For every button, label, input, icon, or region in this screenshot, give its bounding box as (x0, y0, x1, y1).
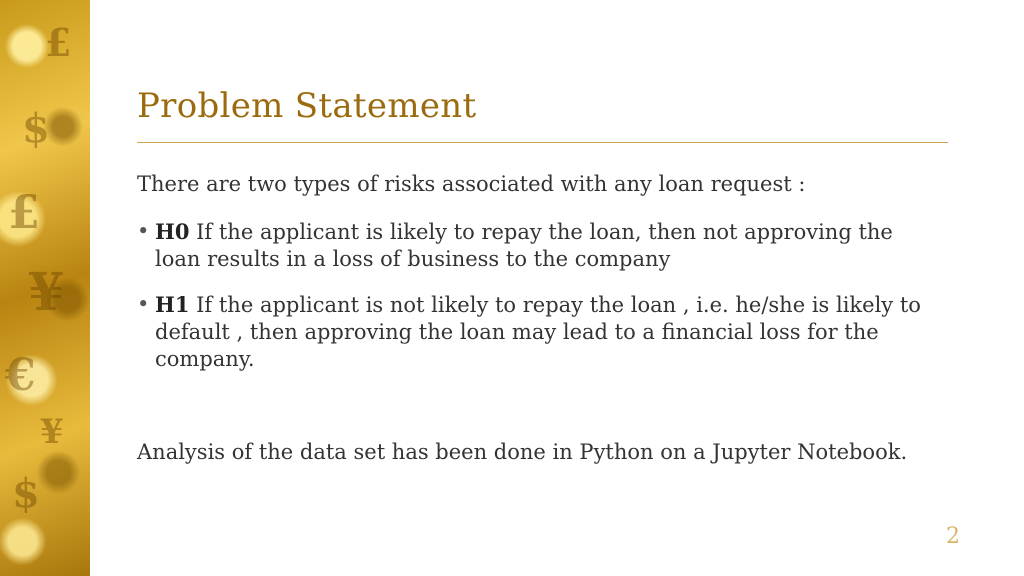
bullet-icon: • (137, 292, 150, 316)
decorative-currency-band: $ £ ¥ € ¥ $ £ (0, 0, 90, 576)
intro-text: There are two types of risks associated … (137, 172, 806, 196)
hypothesis-list: • H0 If the applicant is likely to repay… (137, 218, 927, 391)
hypothesis-label: H0 (155, 219, 190, 244)
hypothesis-text: If the applicant is not likely to repay … (155, 293, 921, 371)
slide-title: Problem Statement (137, 86, 477, 126)
currency-glyph-yen-small: ¥ (40, 412, 64, 452)
analysis-note: Analysis of the data set has been done i… (137, 440, 908, 464)
currency-glyph-pound-top: £ (45, 20, 72, 65)
hypothesis-text: If the applicant is likely to repay the … (155, 220, 893, 271)
bullet-icon: • (137, 219, 150, 243)
hypothesis-h0: • H0 If the applicant is likely to repay… (137, 218, 927, 273)
currency-glyph-euro: € (5, 350, 36, 401)
title-divider (137, 142, 948, 143)
hypothesis-label: H1 (155, 292, 190, 317)
currency-glyph-dollar-bottom: $ (12, 470, 40, 517)
hypothesis-h1: • H1 If the applicant is not likely to r… (137, 291, 927, 373)
page-number: 2 (946, 524, 960, 549)
currency-glyph-yen: ¥ (28, 262, 65, 323)
currency-glyph-pound: £ (8, 185, 41, 239)
currency-glyph-dollar: $ (22, 105, 50, 152)
